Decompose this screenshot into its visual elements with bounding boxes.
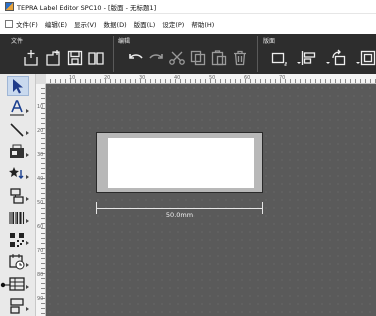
- ribbon-toolbar: 文件 编辑 版面: [0, 34, 376, 74]
- barcode-tool[interactable]: [8, 208, 30, 228]
- tool-palette: [0, 74, 36, 316]
- menu-data[interactable]: 数据(D): [104, 19, 127, 29]
- group-separator: [113, 36, 114, 72]
- group-separator: [257, 36, 258, 72]
- frame-tool[interactable]: [8, 186, 30, 206]
- menu-file[interactable]: 文件(F): [16, 19, 38, 29]
- clipart-icon: [9, 167, 24, 179]
- horizontal-ruler: 10 20 30 40 50 60 70: [46, 74, 376, 84]
- ruler-tick-label: 50: [37, 200, 44, 206]
- label-width-dimension: 50.0mm: [96, 202, 263, 219]
- menu-bar: 文件(F) 编辑(E) 显示(V) 数据(D) 版面(L) 设定(P) 帮助(H…: [0, 14, 376, 34]
- ruler-tick-label: 90: [37, 296, 44, 302]
- menu-edit[interactable]: 编辑(E): [45, 19, 67, 29]
- qrcode-icon: [10, 233, 24, 247]
- group-label-file: 文件: [11, 38, 24, 45]
- clipart-tool[interactable]: [8, 164, 30, 184]
- group-objects-icon[interactable]: [359, 49, 376, 67]
- vertical-ruler: 10 20 30 40 50 60 70 80 90: [36, 84, 46, 316]
- ruler-tick-label: 50: [209, 75, 216, 81]
- align-frame-icon[interactable]: [270, 49, 288, 67]
- title-bar: TEPRA Label Editor SPC10 - [版面 - 无标题1]: [0, 0, 376, 14]
- new-file-icon[interactable]: [22, 49, 40, 67]
- rotate-dropdown-icon[interactable]: [349, 49, 360, 67]
- datetime-tool[interactable]: [8, 252, 30, 272]
- layout-tool[interactable]: [8, 296, 30, 316]
- line-tool[interactable]: [8, 120, 30, 140]
- save-icon[interactable]: [66, 49, 84, 67]
- paste-icon[interactable]: [210, 49, 228, 67]
- ruler-tick-label: 10: [69, 75, 76, 81]
- menu-settings[interactable]: 设定(P): [162, 19, 184, 29]
- text-a-icon: [10, 100, 24, 116]
- group-label-edit: 编辑: [118, 38, 131, 45]
- label-canvas[interactable]: 50.0mm: [46, 84, 376, 316]
- align-dropdown-icon[interactable]: [319, 49, 330, 67]
- layout-icon: [10, 298, 24, 314]
- table-tool[interactable]: [8, 274, 30, 294]
- menu-layout[interactable]: 版面(L): [134, 19, 156, 29]
- text-tool[interactable]: [8, 98, 30, 118]
- select-tool[interactable]: [7, 76, 29, 96]
- label-width-text: 50.0mm: [165, 211, 194, 219]
- pointer-indicator-icon: [0, 282, 10, 288]
- group-label-layout: 版面: [263, 38, 276, 45]
- window-title: TEPRA Label Editor SPC10 - [版面 - 无标题1]: [17, 3, 157, 12]
- ruler-tick-label: 60: [244, 75, 251, 81]
- delete-icon[interactable]: [231, 49, 249, 67]
- app-icon: [5, 2, 14, 11]
- ruler-tick-label: 70: [279, 75, 286, 81]
- ruler-tick-label: 80: [37, 272, 44, 278]
- cut-icon[interactable]: [168, 49, 186, 67]
- ruler-corner: [36, 74, 46, 84]
- ruler-tick-label: 30: [37, 152, 44, 158]
- align-frame-dropdown-icon[interactable]: [290, 49, 301, 67]
- calendar-clock-icon: [9, 254, 25, 270]
- frame-icon: [10, 188, 24, 204]
- redo-icon[interactable]: [147, 49, 165, 67]
- ruler-tick-label: 10: [37, 104, 44, 110]
- new-layout-icon[interactable]: [44, 49, 62, 67]
- menu-view[interactable]: 显示(V): [74, 19, 97, 29]
- label-print-area[interactable]: [108, 138, 254, 188]
- menu-help[interactable]: 帮助(H): [191, 19, 214, 29]
- table-icon: [9, 277, 25, 291]
- ruler-tick-label: 20: [37, 128, 44, 134]
- window-menu-icon[interactable]: [5, 20, 13, 28]
- ruler-tick-label: 40: [37, 176, 44, 182]
- dimension-line: [96, 208, 263, 209]
- image-icon: [10, 144, 24, 158]
- barcode-icon: [9, 212, 25, 224]
- ruler-tick-label: 60: [37, 224, 44, 230]
- rotate-icon[interactable]: [330, 49, 348, 67]
- ruler-tick-label: 40: [174, 75, 181, 81]
- align-left-icon[interactable]: [300, 49, 318, 67]
- qrcode-tool[interactable]: [8, 230, 30, 250]
- ruler-tick-label: 20: [104, 75, 111, 81]
- copy-icon[interactable]: [189, 49, 207, 67]
- line-icon: [10, 123, 24, 137]
- pointer-arrow-icon: [13, 79, 23, 94]
- open-book-icon[interactable]: [87, 49, 105, 67]
- ruler-tick-label: 70: [37, 248, 44, 254]
- label-tape[interactable]: [96, 132, 263, 193]
- ruler-tick-label: 30: [139, 75, 146, 81]
- undo-icon[interactable]: [127, 49, 145, 67]
- image-tool[interactable]: [8, 142, 30, 162]
